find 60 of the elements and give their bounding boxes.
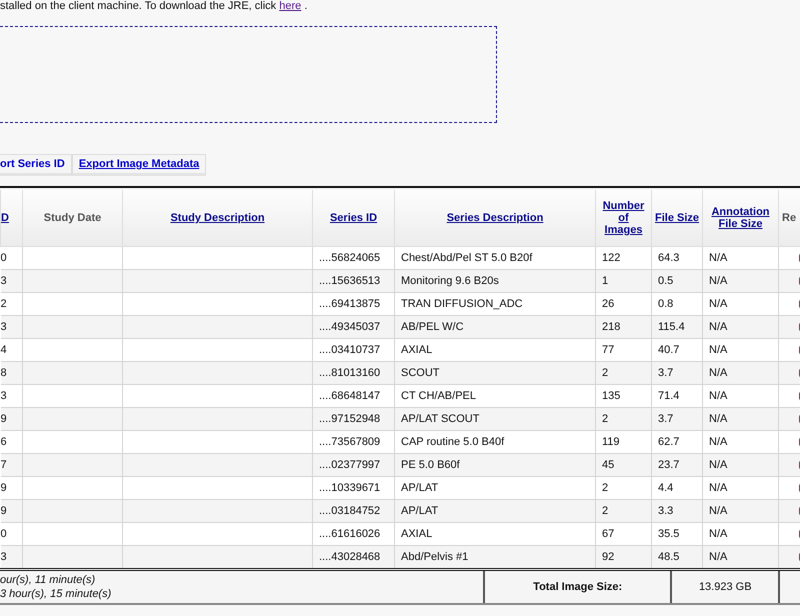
table-cell: 3 (0, 546, 22, 568)
export-tab[interactable]: ort Series ID (0, 154, 72, 176)
column-header[interactable]: D (0, 190, 22, 246)
table-cell: ....97152948 (312, 408, 394, 430)
total-value: 13.923 GB (672, 571, 780, 603)
table-cell: AP/LAT (394, 500, 596, 522)
table-cell: ....49345037 (312, 316, 394, 338)
table-cell: N/A (702, 362, 778, 384)
table-cell: 23.7 (652, 454, 702, 476)
table-cell: 218 (596, 316, 652, 338)
table-cell: SCOUT (394, 362, 596, 384)
duration-text: our(s), 11 minute(s) (0, 573, 96, 587)
table-cell: ....81013160 (312, 362, 394, 384)
table-cell: ....03184752 (312, 500, 394, 522)
total-label: Total Image Size: (485, 571, 672, 603)
column-header[interactable]: File Size (652, 190, 702, 246)
table-cell: 0.5 (652, 270, 702, 292)
column-header[interactable]: Annotation File Size (702, 190, 778, 246)
table-cell: 48.5 (652, 546, 702, 568)
table-cell: 45 (596, 454, 652, 476)
table-cell: 3.3 (652, 500, 702, 522)
table-cell: ....02377997 (312, 454, 394, 476)
download-link[interactable]: here (279, 0, 302, 12)
column-header[interactable]: Study Description (122, 190, 312, 246)
table-cell: 3.7 (652, 362, 702, 384)
table-cell: 9 (0, 500, 22, 522)
table-cell: Monitoring 9.6 B20s (394, 270, 596, 292)
table-cell: N/A (702, 408, 778, 430)
table-cell: PE 5.0 B60f (394, 454, 596, 476)
table-cell: 3 (0, 316, 22, 338)
notice-text: stalled on the client machine. To download the JRE, click (0, 0, 278, 12)
table-cell: 9 (0, 408, 22, 430)
table-cell: 2 (596, 500, 652, 522)
table-cell: AB/PEL W/C (394, 316, 596, 338)
table-cell: 2 (596, 362, 652, 384)
table-cell: N/A (702, 454, 778, 476)
table-cell: 2 (596, 408, 652, 430)
column-header[interactable]: Number of Images (596, 190, 652, 246)
table-cell: ....15636513 (312, 270, 394, 292)
table-cell: 92 (596, 546, 652, 568)
duration-text: 3 hour(s), 15 minute(s) (0, 587, 112, 601)
table-cell: 8 (0, 362, 22, 384)
table-cell: 115.4 (652, 316, 702, 338)
table-cell: ....43028468 (312, 546, 394, 568)
column-header[interactable]: Series Description (394, 190, 596, 246)
table-cell: N/A (702, 546, 778, 568)
table-cell: 3.7 (652, 408, 702, 430)
table-cell: N/A (702, 500, 778, 522)
column-header[interactable]: Series ID (312, 190, 394, 246)
table-cell: 7 (0, 454, 22, 476)
notice-text: . (303, 0, 308, 12)
table-cell: N/A (702, 316, 778, 338)
table-cell: 3 (0, 270, 22, 292)
column-header: Re (778, 190, 800, 246)
table-cell: 1 (596, 270, 652, 292)
table-cell: AP/LAT SCOUT (394, 408, 596, 430)
column-header: Study Date (22, 190, 122, 246)
export-tab[interactable]: Export Image Metadata (72, 154, 206, 176)
table-cell: N/A (702, 270, 778, 292)
table-cell: Abd/Pelvis #1 (394, 546, 596, 568)
